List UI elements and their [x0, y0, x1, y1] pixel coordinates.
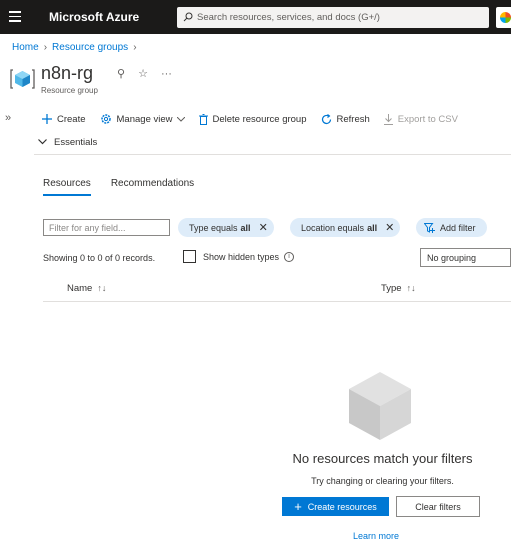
breadcrumb-home[interactable]: Home: [12, 42, 39, 53]
chevron-down-icon: [176, 114, 185, 125]
manage-view-label: Manage view: [116, 113, 173, 125]
export-csv-button[interactable]: Export to CSV: [383, 113, 458, 125]
location-filter-value: all: [367, 222, 378, 233]
column-name-label: Name: [67, 283, 93, 294]
trash-icon: [198, 113, 208, 125]
hamburger-icon[interactable]: [9, 11, 21, 22]
add-filter-label: Add filter: [440, 222, 476, 233]
type-filter-value: all: [240, 222, 251, 233]
breadcrumb: Home › Resource groups ›: [12, 42, 142, 53]
expand-menu-icon[interactable]: »: [5, 112, 11, 124]
plus-icon: [42, 114, 52, 124]
command-bar: Create Manage view Delete resource group…: [42, 110, 472, 128]
create-label: Create: [57, 113, 86, 125]
empty-state-title: No resources match your filters: [292, 451, 473, 466]
refresh-button[interactable]: Refresh: [321, 114, 370, 125]
delete-label: Delete resource group: [212, 113, 307, 125]
grouping-dropdown[interactable]: No grouping: [420, 248, 511, 267]
type-filter-label: Type equals: [189, 222, 238, 233]
show-hidden-types: Show hidden types i: [183, 250, 295, 263]
type-filter-pill[interactable]: Type equals all ✕: [178, 218, 274, 237]
records-count: Showing 0 to 0 of 0 records.: [43, 253, 156, 263]
essentials-toggle[interactable]: Essentials: [38, 137, 97, 148]
tab-resources[interactable]: Resources: [43, 178, 91, 196]
show-hidden-types-label: Show hidden types: [203, 251, 280, 262]
close-icon[interactable]: ✕: [259, 221, 268, 234]
more-options-icon[interactable]: ···: [161, 68, 172, 80]
search-icon: [183, 12, 193, 22]
info-icon[interactable]: i: [284, 251, 295, 262]
close-icon[interactable]: ✕: [385, 221, 394, 234]
chevron-right-icon: ›: [43, 42, 48, 53]
column-header-type[interactable]: Type ↑↓: [381, 283, 416, 294]
download-icon: [383, 113, 393, 125]
sort-icon: ↑↓: [97, 283, 107, 293]
pin-icon[interactable]: ⚲: [117, 67, 125, 80]
tab-recommendations[interactable]: Recommendations: [111, 178, 194, 196]
breadcrumb-resource-groups[interactable]: Resource groups: [52, 42, 128, 53]
filter-input[interactable]: [43, 219, 170, 236]
show-hidden-types-checkbox[interactable]: [183, 250, 196, 263]
favorite-star-icon[interactable]: ☆: [138, 67, 148, 80]
chevron-right-icon: ›: [133, 42, 137, 53]
divider: [34, 154, 511, 155]
plus-icon: +: [294, 499, 302, 514]
brand-title[interactable]: Microsoft Azure: [49, 10, 139, 24]
column-header-name[interactable]: Name ↑↓: [67, 283, 106, 294]
page-title: n8n-rg: [41, 63, 94, 83]
divider: [43, 301, 511, 302]
empty-cube-icon: [349, 372, 411, 440]
tab-bar: Resources Recommendations: [43, 178, 194, 196]
global-search[interactable]: [177, 7, 489, 28]
learn-more-link[interactable]: Learn more: [353, 531, 399, 541]
sort-icon: ↑↓: [406, 283, 416, 293]
export-label: Export to CSV: [397, 113, 458, 125]
add-filter-button[interactable]: Add filter: [416, 218, 487, 237]
essentials-label: Essentials: [54, 137, 98, 148]
location-filter-pill[interactable]: Location equals all ✕: [290, 218, 401, 237]
manage-view-button[interactable]: Manage view: [100, 113, 185, 125]
refresh-icon: [321, 113, 332, 125]
add-filter-icon: [424, 222, 435, 233]
create-resources-button[interactable]: + Create resources: [282, 497, 389, 516]
resource-group-icon: [10, 69, 35, 89]
refresh-label: Refresh: [336, 113, 370, 125]
delete-resource-group-button[interactable]: Delete resource group: [198, 113, 307, 125]
cloud-shell-button[interactable]: [496, 7, 511, 28]
clear-filters-button[interactable]: Clear filters: [396, 496, 480, 517]
empty-state-subtitle: Try changing or clearing your filters.: [311, 476, 454, 486]
create-resources-label: Create resources: [307, 501, 377, 512]
create-button[interactable]: Create: [42, 114, 86, 125]
title-actions: ⚲ ☆ ···: [117, 67, 172, 81]
cloud-shell-icon: [500, 12, 511, 23]
chevron-down-icon: [38, 137, 47, 148]
top-bar: Microsoft Azure: [0, 0, 511, 34]
location-filter-label: Location equals: [301, 222, 365, 233]
search-input[interactable]: [197, 10, 482, 25]
column-type-label: Type: [381, 283, 402, 294]
page-subtitle: Resource group: [41, 86, 98, 95]
gear-icon: [100, 113, 112, 125]
